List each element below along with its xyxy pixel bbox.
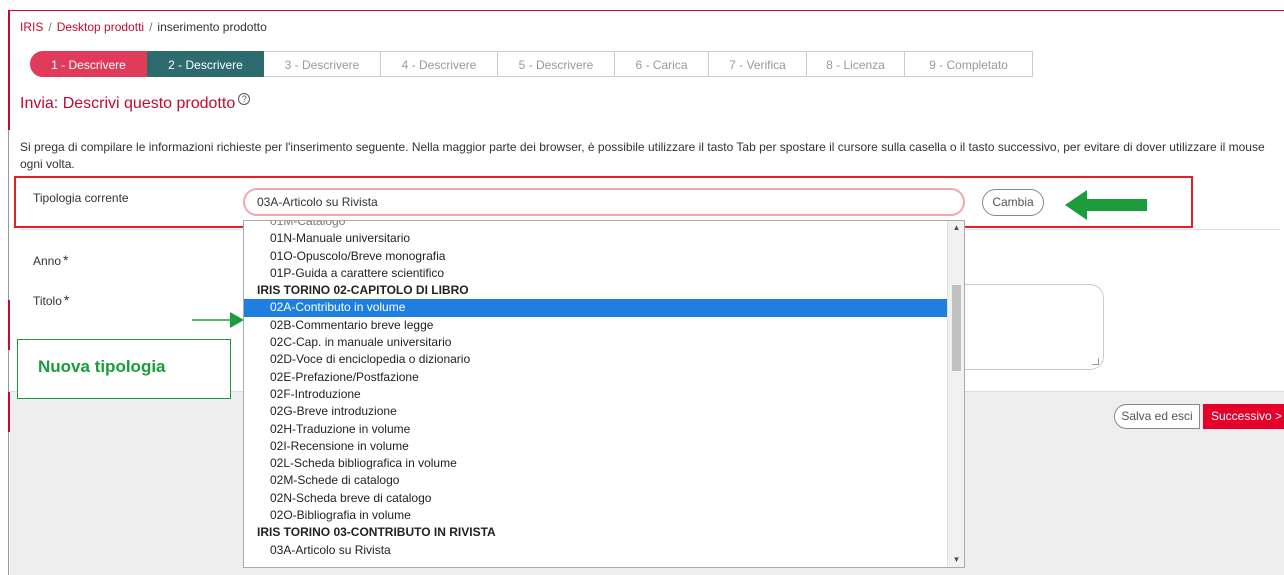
breadcrumb-desktop-link[interactable]: Desktop prodotti bbox=[57, 20, 144, 34]
dropdown-option[interactable]: 02A-Contributo in volume bbox=[244, 299, 947, 317]
breadcrumb-iris-link[interactable]: IRIS bbox=[20, 20, 43, 34]
nuova-tipologia-callout: Nuova tipologia bbox=[17, 339, 231, 399]
left-accent-bar bbox=[8, 10, 10, 130]
dropdown-option[interactable]: 01O-Opuscolo/Breve monografia bbox=[244, 248, 947, 265]
breadcrumb-separator: / bbox=[149, 20, 153, 34]
dropdown-option[interactable]: 02N-Scheda breve di catalogo bbox=[244, 490, 947, 507]
dropdown-option[interactable]: 02C-Cap. in manuale universitario bbox=[244, 334, 947, 351]
dropdown-option[interactable]: 03A-Articolo su Rivista bbox=[244, 542, 947, 559]
page-title: Invia: Descrivi questo prodotto? bbox=[20, 93, 251, 113]
anno-label: Anno * bbox=[33, 252, 68, 268]
intro-text: Si prega di compilare le informazioni ri… bbox=[20, 140, 1265, 171]
step-5: 5 - Descrivere bbox=[498, 51, 615, 77]
breadcrumb-current: inserimento prodotto bbox=[157, 20, 267, 34]
dropdown-option[interactable]: 02F-Introduzione bbox=[244, 386, 947, 403]
step-7: 7 - Verifica bbox=[709, 51, 807, 77]
scrollbar-thumb[interactable] bbox=[952, 285, 961, 371]
dropdown-group-header: IRIS TORINO 02-CAPITOLO DI LIBRO bbox=[257, 283, 469, 298]
help-icon[interactable]: ? bbox=[238, 93, 251, 105]
titolo-label: Titolo * bbox=[33, 292, 69, 308]
step-8: 8 - Licenza bbox=[807, 51, 905, 77]
breadcrumb: IRIS / Desktop prodotti / inserimento prodot… bbox=[20, 20, 267, 34]
required-mark: * bbox=[63, 252, 69, 268]
step-2[interactable]: 2 - Descrivere bbox=[147, 51, 264, 77]
resize-grip-icon[interactable] bbox=[1092, 358, 1099, 365]
dropdown-option[interactable]: 02H-Traduzione in volume bbox=[244, 421, 947, 438]
dropdown-option[interactable]: 02E-Prefazione/Postfazione bbox=[244, 369, 947, 386]
tipologia-dropdown-list[interactable]: 01M-Catalogo 01N-Manuale universitario 01O… bbox=[243, 220, 965, 568]
required-mark: * bbox=[63, 292, 70, 308]
dropdown-option[interactable]: 02B-Commentario breve legge bbox=[244, 317, 947, 334]
anno-label-text: Anno bbox=[33, 254, 62, 268]
dropdown-group-header: IRIS TORINO 03-CONTRIBUTO IN RIVISTA bbox=[257, 525, 496, 540]
green-arrow-right-icon bbox=[192, 312, 244, 328]
step-4: 4 - Descrivere bbox=[381, 51, 498, 77]
dropdown-scrollbar[interactable]: ▲ ▼ bbox=[947, 221, 964, 567]
scroll-up-arrow-icon[interactable]: ▲ bbox=[948, 221, 964, 235]
salva-ed-esci-button[interactable]: Salva ed esci bbox=[1114, 404, 1200, 429]
dropdown-options: 01M-Catalogo 01N-Manuale universitario 01O… bbox=[244, 221, 947, 559]
dropdown-option[interactable]: 02M-Schede di catalogo bbox=[244, 472, 947, 489]
step-6: 6 - Carica bbox=[615, 51, 709, 77]
titolo-label-text: Titolo bbox=[33, 294, 62, 308]
page-title-text: Invia: Descrivi questo prodotto bbox=[20, 95, 236, 112]
dropdown-option[interactable]: 02D-Voce di enciclopedia o dizionario bbox=[244, 351, 947, 368]
progress-steps: 1 - Descrivere 2 - Descrivere 3 - Descri… bbox=[30, 51, 1033, 77]
dropdown-option[interactable]: 01P-Guida a carattere scientifico bbox=[244, 265, 947, 282]
step-3: 3 - Descrivere bbox=[264, 51, 381, 77]
step-1[interactable]: 1 - Descrivere bbox=[30, 51, 147, 77]
dropdown-option[interactable]: 01M-Catalogo bbox=[244, 221, 947, 230]
successivo-button[interactable]: Successivo > bbox=[1203, 404, 1284, 429]
dropdown-option[interactable]: 02G-Breve introduzione bbox=[244, 403, 947, 420]
left-accent-bar-lower bbox=[8, 300, 10, 350]
dropdown-option[interactable]: 02I-Recensione in volume bbox=[244, 438, 947, 455]
dropdown-option[interactable]: 02L-Scheda bibliografica in volume bbox=[244, 455, 947, 472]
scroll-down-arrow-icon[interactable]: ▼ bbox=[948, 553, 964, 567]
dropdown-option[interactable]: 02O-Bibliografia in volume bbox=[244, 507, 947, 524]
breadcrumb-separator: / bbox=[48, 20, 52, 34]
green-arrow-left-icon bbox=[1065, 190, 1147, 220]
dropdown-option[interactable]: 01N-Manuale universitario bbox=[244, 230, 947, 247]
step-9: 9 - Completato bbox=[905, 51, 1033, 77]
